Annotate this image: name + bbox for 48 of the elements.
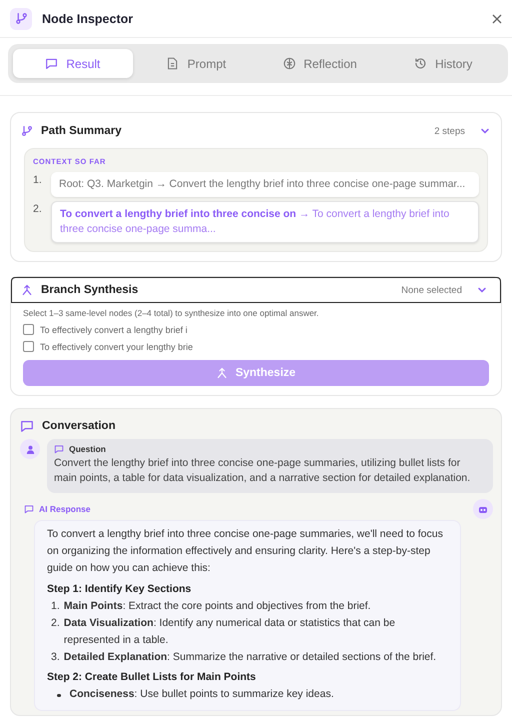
list-item: Conciseness: Use bullet points to summarize key ideas. bbox=[70, 687, 335, 702]
list-item: Data Visualization: Identify any numerical data or statistics that can be represented in a table. bbox=[64, 616, 396, 648]
window-title: Node Inspector bbox=[42, 12, 134, 26]
list-number: 2. bbox=[51, 616, 60, 631]
list-item: Main Points: Extract the core points and objectives from the brief. bbox=[64, 599, 372, 614]
question-text: Convert the lengthy brief into three concise one-page summaries, utilizing bullet lists for main points, a table for data visualization, and a narrative section for detailed explanation. bbox=[54, 456, 472, 486]
section-title: Branch Synthesis bbox=[41, 284, 140, 296]
section-title: Path Summary bbox=[41, 125, 123, 137]
tab-icon bbox=[282, 57, 296, 70]
chat-icon bbox=[54, 444, 64, 454]
option-label: To effectively convert your lengthy brie bbox=[40, 342, 193, 352]
hint-text: Select 1–3 same-level nodes (2–4 total) to synthesize into one optimal answer. bbox=[23, 308, 320, 318]
list-item: Detailed Explanation: Summarize the narrative or detailed sections of the brief. bbox=[64, 650, 438, 665]
branch-icon bbox=[21, 125, 33, 137]
tab-icon bbox=[166, 57, 180, 70]
checkbox[interactable] bbox=[23, 341, 34, 352]
chat-icon bbox=[20, 419, 34, 433]
branch-icon bbox=[14, 12, 28, 25]
tab[interactable]: History bbox=[384, 49, 503, 78]
section-header[interactable]: Branch Synthesis None selected bbox=[11, 277, 501, 303]
question-label: Question bbox=[69, 444, 106, 454]
list-number: 3. bbox=[51, 650, 60, 665]
section-title: Conversation bbox=[42, 420, 116, 432]
checkbox[interactable] bbox=[23, 324, 34, 335]
tab-icon bbox=[414, 57, 428, 70]
response-label: AI Response bbox=[39, 504, 90, 514]
response-heading: Step 1: Identify Key Sections bbox=[47, 582, 192, 597]
chat-icon bbox=[24, 504, 34, 514]
path-step[interactable]: Root: Q3. Marketgin → Convert the lengthy brief into three concise one-page summar... bbox=[51, 172, 479, 197]
step-count: 2 steps bbox=[434, 126, 465, 136]
selection-status: None selected bbox=[401, 284, 462, 296]
bullet-dot bbox=[57, 694, 60, 697]
merge-icon bbox=[216, 367, 228, 379]
response-heading: Step 2: Create Bullet Lists for Main Points bbox=[47, 670, 257, 685]
path-step[interactable]: To convert a lengthy brief into three concise on → To convert a lengthy brief into three concise one-page summa... bbox=[51, 201, 479, 243]
user-icon bbox=[26, 444, 34, 454]
step-number: 1. bbox=[33, 173, 43, 188]
robot-icon bbox=[478, 505, 488, 513]
close-icon[interactable] bbox=[492, 14, 502, 24]
response-paragraph: To convert a lengthy brief into three concise one-page summaries, we'll need to focus on organizing the information effectively and ensuring clarity. Here's a step-by-step guide on how you can achieve this: bbox=[47, 527, 444, 576]
step-number: 2. bbox=[33, 202, 43, 217]
tab-icon bbox=[45, 57, 58, 70]
tab[interactable]: Reflection bbox=[260, 49, 380, 78]
option-label: To effectively convert a lengthy brief i bbox=[40, 324, 188, 334]
tab[interactable]: Prompt bbox=[136, 49, 256, 78]
tab[interactable]: Result bbox=[13, 49, 132, 78]
merge-icon bbox=[21, 284, 33, 296]
list-number: 1. bbox=[51, 599, 60, 614]
